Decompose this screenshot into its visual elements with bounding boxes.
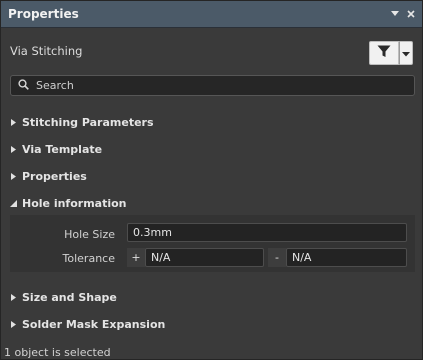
collapse-arrow-icon xyxy=(9,199,18,208)
filter-control xyxy=(369,41,413,65)
tolerance-plus-value: N/A xyxy=(151,251,171,264)
selection-status: 1 object is selected xyxy=(4,346,111,359)
triangle-down-icon[interactable] xyxy=(388,7,402,21)
expand-arrow-icon xyxy=(9,118,18,127)
expand-arrow-icon xyxy=(9,145,18,154)
section-size-and-shape[interactable]: Size and Shape xyxy=(1,286,422,308)
tolerance-label: Tolerance xyxy=(62,252,115,265)
section-hole-information[interactable]: Hole information xyxy=(1,192,422,214)
properties-panel: Properties Via Stitching Search Stitchin… xyxy=(0,0,423,360)
hole-size-label: Hole Size xyxy=(64,228,115,241)
panel-title: Properties xyxy=(8,7,79,21)
section-properties[interactable]: Properties xyxy=(1,165,422,187)
tolerance-plus-field[interactable]: N/A xyxy=(145,248,264,267)
section-stitching-parameters[interactable]: Stitching Parameters xyxy=(1,111,422,133)
section-label: Solder Mask Expansion xyxy=(22,317,166,331)
expand-arrow-icon xyxy=(9,293,18,302)
section-label: Hole information xyxy=(22,196,127,210)
expand-arrow-icon xyxy=(9,320,18,329)
section-label: Via Template xyxy=(22,142,103,156)
search-box[interactable] xyxy=(10,75,415,96)
search-icon xyxy=(18,78,29,93)
section-solder-mask-expansion[interactable]: Solder Mask Expansion xyxy=(1,313,422,335)
hole-size-field[interactable]: 0.3mm xyxy=(127,223,407,242)
filter-icon xyxy=(377,45,391,61)
tolerance-minus-value: N/A xyxy=(292,251,312,264)
expand-arrow-icon xyxy=(9,172,18,181)
section-label: Properties xyxy=(22,169,87,183)
search-input[interactable] xyxy=(36,79,406,92)
tolerance-minus-sign: - xyxy=(268,248,286,267)
section-label: Size and Shape xyxy=(22,290,117,304)
filter-dropdown-button[interactable] xyxy=(399,41,413,65)
section-via-template[interactable]: Via Template xyxy=(1,138,422,160)
tolerance-minus-field[interactable]: N/A xyxy=(286,248,407,267)
section-label: Stitching Parameters xyxy=(22,115,154,129)
object-header: Via Stitching xyxy=(1,28,422,73)
filter-button[interactable] xyxy=(369,41,399,65)
object-type-label: Via Stitching xyxy=(10,43,83,58)
hole-information-body: Hole Size 0.3mm Tolerance + N/A - N/A xyxy=(10,215,415,272)
panel-titlebar[interactable]: Properties xyxy=(1,1,422,28)
chevron-down-icon xyxy=(402,47,410,60)
tolerance-plus-sign: + xyxy=(127,248,145,267)
hole-size-value: 0.3mm xyxy=(133,226,172,239)
close-icon[interactable] xyxy=(404,7,418,21)
